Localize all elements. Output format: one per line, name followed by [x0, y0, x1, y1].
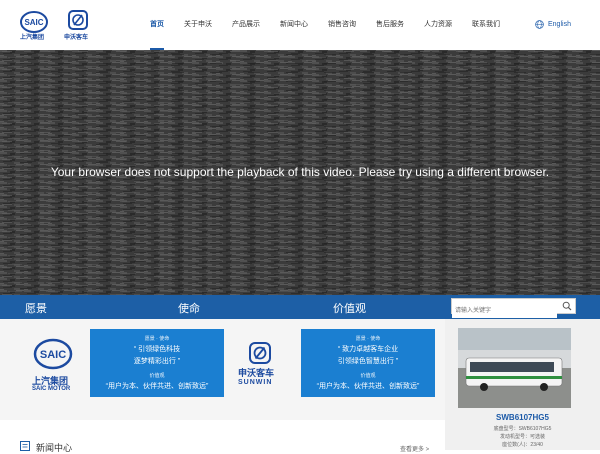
saic-logo-text: 上汽集团 — [20, 35, 45, 41]
product-spec: 发动机型号：可选装 — [499, 434, 545, 440]
news-section-title: 新闻中心 — [36, 443, 73, 453]
language-label: English — [548, 21, 571, 28]
nav-home[interactable]: 首页 — [150, 0, 164, 50]
product-spec: 座位数(人)：23/40 — [502, 442, 543, 448]
sunwin-big-logo-icon — [249, 342, 271, 364]
nav-products[interactable]: 产品展示 — [232, 0, 260, 50]
product-spec: 底盘型号：SWB6107HG5 — [493, 426, 552, 432]
panel-line: 引领绿色智慧出行 ” — [337, 358, 399, 365]
svg-text:SAIC: SAIC — [40, 349, 66, 361]
saic-vision-panel: 愿景 · 使命 “ 引领绿色科技 逐梦精彩出行 ” 价值观 “用户为本、伙伴共进… — [90, 329, 224, 397]
globe-icon — [535, 20, 544, 29]
nav-hr[interactable]: 人力资源 — [424, 0, 452, 50]
values-label[interactable]: 价值观 — [333, 300, 366, 316]
news-more-link[interactable]: 查看更多 > — [400, 444, 429, 453]
panel-line: 逐梦精彩出行 ” — [133, 358, 181, 365]
sunwin-logo-icon[interactable] — [68, 10, 88, 30]
search-input[interactable] — [452, 304, 557, 318]
panel-line: “ 致力卓越客车企业 — [337, 346, 399, 353]
panel-value-label: 价值观 — [149, 373, 165, 379]
nav-about[interactable]: 关于申沃 — [184, 0, 212, 50]
search-icon[interactable] — [562, 301, 572, 311]
video-unsupported-message: Your browser does not support the playba… — [50, 165, 550, 179]
video-player[interactable]: Your browser does not support the playba… — [0, 50, 600, 295]
bus-image-icon — [458, 328, 571, 408]
nav-sales[interactable]: 销售咨询 — [328, 0, 356, 50]
product-image[interactable] — [458, 328, 571, 408]
nav-news[interactable]: 新闻中心 — [280, 0, 308, 50]
sunwin-vision-panel: 愿景 · 使命 “ 致力卓越客车企业 引领绿色智慧出行 ” 价值观 “用户为本、… — [301, 329, 435, 397]
panel-heading: 愿景 · 使命 — [355, 336, 381, 342]
nav-service[interactable]: 售后服务 — [376, 0, 404, 50]
saic-logo-icon[interactable]: SAIC — [20, 11, 48, 33]
svg-text:SAIC: SAIC — [24, 18, 43, 27]
panel-value-label: 价值观 — [360, 373, 376, 379]
product-name[interactable]: SWB6107HG5 — [445, 413, 600, 422]
vision-label[interactable]: 愿景 — [25, 300, 47, 316]
panel-line: “ 引领绿色科技 — [133, 346, 181, 353]
site-header: SAIC 上汽集团 申沃客车 首页 关于申沃 产品展示 新闻中心 销售咨询 售后… — [0, 0, 600, 50]
nav-contact[interactable]: 联系我们 — [472, 0, 500, 50]
sunwin-logo-text: 申沃客车 — [64, 35, 89, 41]
language-switch[interactable]: English — [535, 20, 571, 29]
saic-big-logo-icon: SAIC — [33, 338, 73, 370]
sunwin-name-cn: 申沃客车 — [238, 368, 275, 378]
panel-value-line: “用户为本、伙伴共进、创新致远” — [105, 383, 209, 390]
panel-value-line: “用户为本、伙伴共进、创新致远” — [316, 383, 420, 390]
mission-label[interactable]: 使命 — [178, 300, 200, 316]
saic-name-en: SAIC MOTOR — [32, 386, 71, 392]
panel-heading: 愿景 · 使命 — [144, 336, 170, 342]
sunwin-name-en: SUNWIN — [238, 379, 273, 386]
main-nav: 首页 关于申沃 产品展示 新闻中心 销售咨询 售后服务 人力资源 联系我们 — [150, 0, 520, 50]
search-box — [451, 298, 576, 318]
